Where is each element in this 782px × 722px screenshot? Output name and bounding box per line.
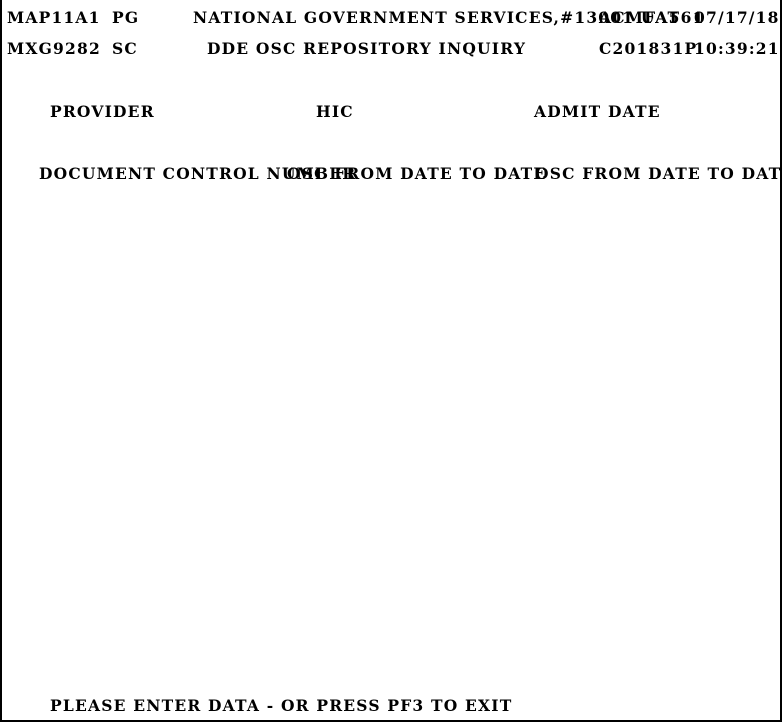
- provider-label: PROVIDER: [50, 102, 155, 121]
- session-id: C201831P: [599, 39, 698, 58]
- screen-title: DDE OSC REPOSITORY INQUIRY: [207, 39, 527, 58]
- terminal-id: MXG9282: [7, 39, 101, 58]
- mainframe-terminal-screen: MAP11A1 PG NATIONAL GOVERNMENT SERVICES,…: [0, 0, 782, 722]
- page-indicator: PG: [112, 8, 140, 27]
- provider-input[interactable]: [157, 102, 282, 122]
- map-id: MAP11A1: [7, 8, 101, 27]
- hic-input[interactable]: [368, 102, 493, 122]
- screen-code: SC: [112, 39, 138, 58]
- admit-date-input[interactable]: [647, 102, 727, 122]
- admit-date-label: ADMIT DATE: [534, 102, 661, 121]
- detail-rows-region: [2, 195, 780, 675]
- transaction-id: ACMFA561: [599, 8, 705, 27]
- system-time: 10:39:21: [694, 39, 780, 58]
- status-message: PLEASE ENTER DATA - OR PRESS PF3 TO EXIT: [50, 696, 513, 715]
- column-header-osc-group-2: OSC FROM DATE TO DATE: [535, 164, 782, 183]
- system-date: 07/17/18: [694, 8, 780, 27]
- column-header-osc-group-1: OSC FROM DATE TO DATE: [287, 164, 547, 183]
- hic-label: HIC: [316, 102, 354, 121]
